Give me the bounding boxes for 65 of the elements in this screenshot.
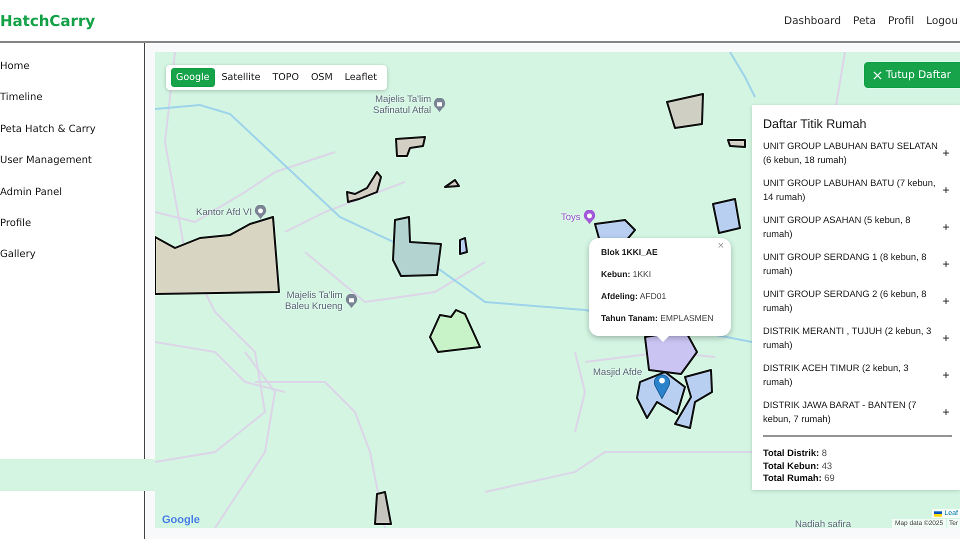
land-parcel[interactable] — [155, 216, 280, 295]
group-name[interactable]: DISTRIK ACEH TIMUR (2 kebun, 3 rumah) — [763, 361, 938, 389]
land-parcel[interactable] — [395, 136, 426, 157]
map-place-label: Majelis Ta'lim Baleu Krueng — [285, 290, 343, 312]
total-line: Total Distrik: 8 — [763, 447, 828, 460]
expand-button[interactable]: + — [940, 331, 952, 345]
sidebar-item[interactable]: Admin Panel — [0, 184, 144, 200]
sidebar-item[interactable]: Home — [0, 59, 144, 74]
place-pin-icon — [433, 98, 446, 112]
close-icon — [872, 70, 882, 80]
popup-field: Kebun: 1KKI — [601, 269, 719, 279]
map-place-label: Kantor Afd VI — [196, 207, 252, 218]
panel-title: Daftar Titik Rumah — [763, 117, 868, 131]
google-logo: Google — [162, 514, 200, 526]
group-name[interactable]: UNIT GROUP LABUHAN BATU (7 kebun, 14 rumah) — [763, 176, 938, 204]
map-place-label: Majelis Ta'lim Safinatul Atfal — [373, 94, 432, 116]
flag-icon — [934, 510, 942, 516]
expand-button[interactable]: + — [940, 294, 952, 308]
expand-button[interactable]: + — [940, 368, 952, 382]
land-parcel[interactable] — [392, 216, 442, 277]
land-parcel[interactable] — [444, 179, 460, 188]
expand-button[interactable]: + — [940, 257, 952, 271]
place-pin-icon — [344, 294, 358, 308]
nav-link[interactable]: Dashboard — [784, 14, 841, 26]
group-name[interactable]: DISTRIK MERANTI , TUJUH (2 kebun, 3 rumah) — [763, 324, 938, 352]
expand-button[interactable]: + — [940, 220, 952, 234]
map-place-label: Masjid Afde — [593, 367, 642, 378]
popup-field: Tahun Tanam: EMPLASMEN — [601, 313, 719, 323]
layer-tab[interactable]: Satellite — [216, 68, 266, 87]
land-parcel[interactable] — [374, 491, 392, 525]
shop-pin-icon — [582, 210, 596, 225]
land-parcel[interactable] — [429, 309, 481, 353]
layer-tab[interactable]: TOPO — [267, 68, 304, 87]
group-name[interactable]: DISTRIK JAWA BARAT - BANTEN (7 kebun, 7 rumah) — [763, 398, 938, 426]
group-name[interactable]: UNIT GROUP LABUHAN BATU SELATAN (6 kebun, 18 rumah) — [763, 139, 938, 167]
land-parcel[interactable] — [459, 237, 468, 255]
layer-tab[interactable]: OSM — [306, 68, 338, 87]
popup-field: Afdeling: AFD01 — [601, 291, 719, 301]
land-parcel[interactable] — [346, 171, 382, 203]
map-pin-icon[interactable] — [653, 372, 671, 400]
land-parcel[interactable] — [666, 93, 704, 129]
layer-tab[interactable]: Leaflet — [340, 68, 382, 87]
land-parcel[interactable] — [712, 198, 741, 234]
group-name[interactable]: UNIT GROUP SERDANG 1 (8 kebun, 8 rumah) — [763, 250, 938, 278]
sidebar-item[interactable]: Peta Hatch & Carry — [0, 122, 144, 137]
total-line: Total Kebun: 43 — [763, 460, 834, 472]
sidebar-item[interactable]: Timeline — [0, 90, 144, 106]
sidebar-item[interactable]: Gallery — [0, 247, 144, 262]
expand-button[interactable]: + — [940, 405, 952, 419]
expand-button[interactable]: + — [940, 146, 952, 160]
land-parcel[interactable] — [674, 369, 713, 429]
place-pin-icon — [254, 205, 267, 220]
group-name[interactable]: UNIT GROUP SERDANG 2 (6 kebun, 8 rumah) — [763, 287, 938, 315]
land-parcel[interactable] — [727, 139, 746, 148]
popup-title: Blok 1KKI_AE — [601, 247, 659, 257]
nav-link[interactable]: Profil — [888, 14, 914, 26]
nav-link[interactable]: Logou — [926, 14, 958, 26]
expand-button[interactable]: + — [940, 183, 952, 197]
sidebar-item[interactable]: Profile — [0, 216, 144, 231]
total-line: Total Rumah: 69 — [763, 472, 836, 484]
map-place-label: Toys — [561, 212, 581, 223]
sidebar-item[interactable]: User Management — [0, 153, 144, 168]
nav-link[interactable]: Peta — [852, 14, 876, 26]
group-name[interactable]: UNIT GROUP ASAHAN (5 kebun, 8 rumah) — [763, 213, 938, 241]
map-place-label: Nadiah safira — [795, 519, 851, 528]
